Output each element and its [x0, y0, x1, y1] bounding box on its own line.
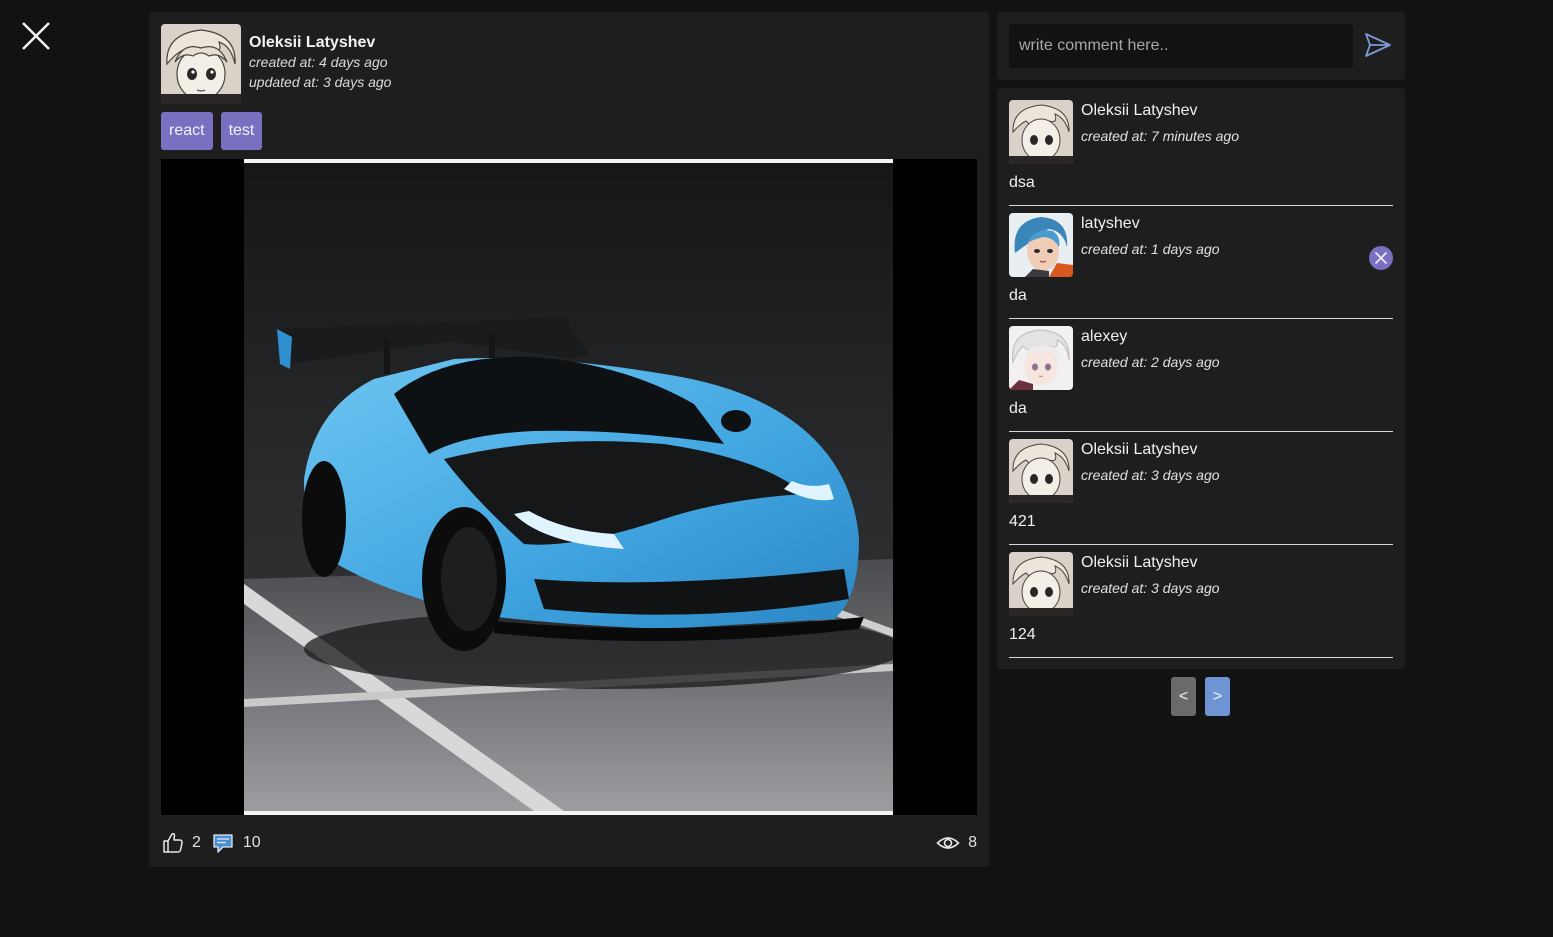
comment-avatar[interactable]: [1009, 326, 1073, 390]
author-meta: Oleksii Latyshev created at: 4 days ago …: [249, 24, 391, 104]
previous-page-button[interactable]: <: [1171, 677, 1196, 716]
comment-item: alexey created at: 2 days ago da: [1009, 326, 1393, 432]
comment-avatar[interactable]: [1009, 100, 1073, 164]
comment-author[interactable]: alexey: [1081, 328, 1127, 346]
comment-author[interactable]: latyshev: [1081, 215, 1140, 233]
comment-text: 421: [1009, 513, 1036, 530]
comment-author[interactable]: Oleksii Latyshev: [1081, 102, 1198, 120]
comment-avatar[interactable]: [1009, 213, 1073, 277]
thumbs-up-icon: [161, 831, 185, 855]
post-image-frame: [161, 159, 977, 815]
comment-item: Oleksii Latyshev created at: 7 minutes a…: [1009, 100, 1393, 206]
comment-item: Oleksii Latyshev created at: 3 days ago …: [1009, 552, 1393, 658]
post-header: Oleksii Latyshev created at: 4 days ago …: [161, 24, 391, 104]
comment-item: latyshev created at: 1 days ago da: [1009, 213, 1393, 319]
comment-avatar[interactable]: [1009, 552, 1073, 616]
comment-date: created at: 3 days ago: [1081, 467, 1220, 483]
comment-form: [997, 12, 1405, 80]
comment-date: created at: 7 minutes ago: [1081, 128, 1239, 144]
post-created-date: created at: 4 days ago: [249, 54, 388, 70]
eye-icon: [936, 831, 960, 855]
like-count: 2: [192, 834, 201, 851]
comment-count: 10: [242, 834, 261, 851]
comment-list: Oleksii Latyshev created at: 7 minutes a…: [997, 88, 1405, 669]
comment-input[interactable]: [1009, 24, 1353, 68]
post-image[interactable]: [244, 159, 904, 815]
comment-date: created at: 3 days ago: [1081, 580, 1220, 596]
comment-date: created at: 1 days ago: [1081, 241, 1220, 257]
tag-react[interactable]: react: [161, 112, 213, 150]
post-card: Oleksii Latyshev created at: 4 days ago …: [149, 12, 989, 867]
pagination: < >: [1171, 677, 1230, 716]
tag-list: react test: [161, 112, 263, 150]
close-icon[interactable]: [20, 20, 52, 52]
comment-avatar[interactable]: [1009, 439, 1073, 503]
tag-test[interactable]: test: [220, 112, 263, 150]
comments-button[interactable]: 10: [211, 831, 261, 855]
post-footer: 2 10 8: [161, 830, 977, 856]
like-button[interactable]: 2: [161, 831, 201, 855]
comment-author[interactable]: Oleksii Latyshev: [1081, 554, 1198, 572]
comment-author[interactable]: Oleksii Latyshev: [1081, 441, 1198, 459]
comment-date: created at: 2 days ago: [1081, 354, 1220, 370]
next-page-button[interactable]: >: [1205, 677, 1230, 716]
send-icon[interactable]: [1363, 30, 1393, 60]
view-count: 8: [968, 834, 977, 851]
comment-icon: [211, 831, 235, 855]
comment-text: da: [1009, 400, 1027, 417]
post-updated-date: updated at: 3 days ago: [249, 74, 392, 90]
views: 8: [936, 831, 977, 855]
author-avatar[interactable]: [161, 24, 241, 104]
comment-item: Oleksii Latyshev created at: 3 days ago …: [1009, 439, 1393, 545]
author-name[interactable]: Oleksii Latyshev: [249, 34, 391, 52]
comment-text: dsa: [1009, 174, 1035, 191]
comment-text: da: [1009, 287, 1027, 304]
delete-comment-icon[interactable]: [1369, 246, 1393, 270]
comment-text: 124: [1009, 626, 1036, 643]
